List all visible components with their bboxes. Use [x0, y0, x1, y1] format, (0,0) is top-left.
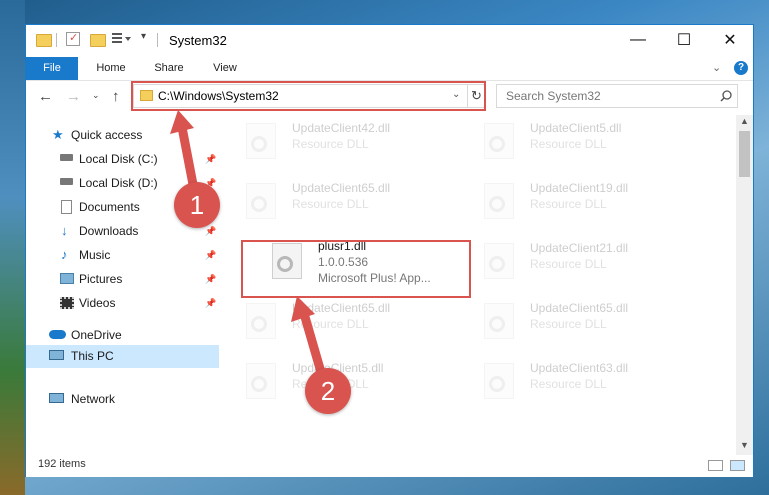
step-1-badge: 1 — [174, 182, 220, 228]
step-2-badge: 2 — [305, 368, 351, 414]
annotation-arrows — [170, 110, 330, 391]
